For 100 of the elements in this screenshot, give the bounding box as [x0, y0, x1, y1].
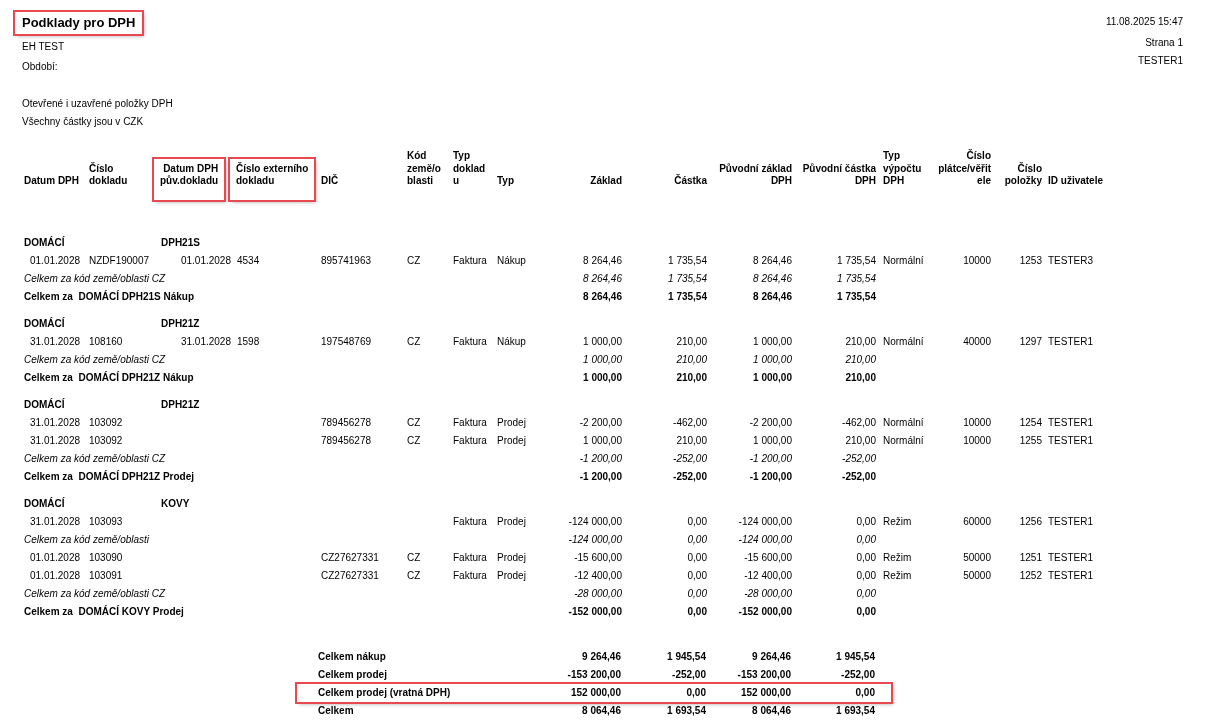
table-cell-text: 01.01.2028 — [29, 550, 82, 565]
table-cell-text: 895741963 — [320, 253, 373, 268]
table-cell-text: -1 200,00 — [748, 451, 792, 466]
table-cell-text: Faktura — [452, 568, 488, 583]
table-cell-text: 0,00 — [855, 604, 876, 619]
table-cell-text: CZ — [406, 253, 422, 268]
table-cell-text: 789456278 — [320, 415, 373, 430]
table-cell-text: 1 000,00 — [582, 352, 622, 367]
table-cell-text: -252,00 — [840, 667, 875, 682]
table-cell-text: 1 000,00 — [752, 352, 792, 367]
table-cell-text: NZDF190007 — [88, 253, 151, 268]
table-cell-text: Faktura — [452, 514, 488, 529]
table-cell-text: TESTER1 — [1047, 433, 1094, 448]
table-cell-text: -153 200,00 — [736, 667, 791, 682]
table-cell-text: 8 264,46 — [752, 271, 792, 286]
table-cell-text: Režim — [882, 568, 913, 583]
table-cell-text: 1 000,00 — [582, 334, 622, 349]
table-cell-text: Nákup — [496, 334, 527, 349]
page-number: Strana 1 — [1145, 36, 1183, 50]
table-cell-text: -1 200,00 — [578, 451, 622, 466]
table-cell-text: 0,00 — [686, 568, 707, 583]
table-cell-text: 1 000,00 — [582, 370, 622, 385]
filter-note: Otevřené i uzavřené položky DPH — [22, 97, 173, 111]
subtotal-label: Celkem za kód země/oblasti CZ — [24, 271, 167, 286]
summary-label: Celkem nákup — [318, 649, 387, 664]
table-cell-text: 210,00 — [675, 370, 707, 385]
table-cell-text: Faktura — [452, 253, 488, 268]
table-cell-text: 0,00 — [855, 514, 876, 529]
table-cell-text: -1 200,00 — [748, 469, 792, 484]
table-cell-text: 9 264,46 — [581, 649, 621, 664]
column-header: Číslo položky — [1003, 162, 1042, 188]
group-code: DPH21Z — [160, 316, 201, 331]
table-cell-text: CZ27627331 — [320, 568, 380, 583]
table-cell-text: 50000 — [962, 550, 991, 565]
currency-note: Všechny částky jsou v CZK — [22, 115, 145, 129]
table-cell-text: 1 735,54 — [836, 271, 876, 286]
table-cell-text: 108160 — [88, 334, 124, 349]
table-cell-text: 1253 — [1018, 253, 1042, 268]
table-cell-text: 210,00 — [675, 352, 707, 367]
table-cell-text: 210,00 — [675, 433, 707, 448]
column-header: Datum DPH — [24, 175, 80, 188]
table-cell-text: 0,00 — [685, 685, 706, 700]
table-cell-text: 8 264,46 — [752, 289, 792, 304]
table-cell-text: 10000 — [962, 415, 991, 430]
table-cell-text: 10000 — [962, 433, 991, 448]
table-cell-text: Prodej — [496, 568, 527, 583]
table-cell-text: TESTER1 — [1047, 334, 1094, 349]
column-header: Datum DPH pův.dokladu — [154, 158, 225, 200]
table-cell-text: 1297 — [1018, 334, 1042, 349]
column-header: Původní částka DPH — [801, 162, 876, 188]
company-name: EH TEST — [22, 40, 66, 54]
subtotal-label: Celkem za kód země/oblasti — [24, 532, 151, 547]
group-area: DOMÁCÍ — [24, 314, 158, 333]
table-cell-text: 210,00 — [844, 352, 876, 367]
table-cell-text: 210,00 — [844, 433, 876, 448]
table-cell-text: CZ — [406, 550, 422, 565]
table-cell-text: -252,00 — [841, 451, 876, 466]
column-header: ID uživatele — [1047, 175, 1105, 188]
table-cell-text: TESTER1 — [1047, 550, 1094, 565]
column-header: Základ — [589, 175, 622, 188]
table-cell-text: 0,00 — [855, 568, 876, 583]
table-cell-text: 0,00 — [686, 532, 707, 547]
table-cell-text: 10000 — [962, 253, 991, 268]
table-cell-text: 9 264,46 — [751, 649, 791, 664]
total-label: Celkem za DOMÁCÍ DPH21Z Prodej — [24, 469, 196, 484]
table-cell-text: -252,00 — [841, 469, 876, 484]
column-header: DIČ — [320, 175, 340, 188]
table-cell-text: Faktura — [452, 550, 488, 565]
table-cell-text: Normální — [882, 415, 925, 430]
table-cell-text: 1 735,54 — [667, 289, 707, 304]
table-cell-text: 1252 — [1018, 568, 1042, 583]
table-cell-text: 789456278 — [320, 433, 373, 448]
group-code: DPH21S — [160, 235, 201, 250]
table-cell-text: 31.01.2028 — [29, 334, 82, 349]
table-cell-text: -12 400,00 — [573, 568, 622, 583]
subtotal-label: Celkem za kód země/oblasti CZ — [24, 451, 167, 466]
table-cell-text: 8 264,46 — [582, 271, 622, 286]
table-cell-text: 0,00 — [854, 685, 875, 700]
table-cell-text: 1598 — [236, 334, 261, 349]
summary-label: Celkem prodej (vratná DPH) — [318, 685, 452, 700]
table-cell-text: 103090 — [88, 550, 124, 565]
table-cell-text: 0,00 — [855, 586, 876, 601]
table-cell-text: -152 000,00 — [737, 604, 792, 619]
table-cell-text: -28 000,00 — [573, 586, 622, 601]
group-area: DOMÁCÍ — [24, 233, 158, 252]
report-title: Podklady pro DPH — [15, 12, 143, 34]
table-cell-text: CZ — [406, 568, 422, 583]
table-cell-text: 1 693,54 — [666, 703, 706, 718]
table-cell-text: 1 735,54 — [667, 253, 707, 268]
summary-label: Celkem — [318, 703, 355, 718]
table-cell-text: -15 600,00 — [743, 550, 792, 565]
table-cell-text: Prodej — [496, 514, 527, 529]
table-cell-text: 40000 — [962, 334, 991, 349]
total-label: Celkem za DOMÁCÍ KOVY Prodej — [24, 604, 185, 619]
table-cell-text: 1 945,54 — [666, 649, 706, 664]
period-label: Období: — [22, 60, 59, 74]
table-cell-text: -462,00 — [841, 415, 876, 430]
table-cell-text: -252,00 — [671, 667, 706, 682]
table-cell-text: 210,00 — [844, 334, 876, 349]
table-cell-text: 1251 — [1018, 550, 1042, 565]
